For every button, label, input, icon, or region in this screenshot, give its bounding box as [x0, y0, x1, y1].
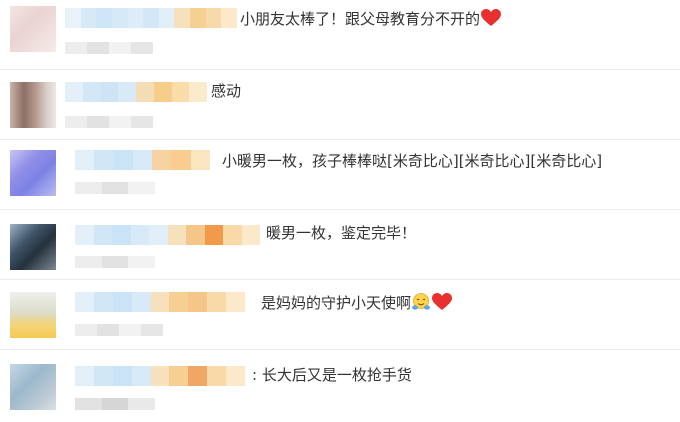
username-redacted[interactable]: [75, 225, 260, 245]
comment-body: 小暖男一枚，孩子棒棒哒[米奇比心][米奇比心][米奇比心]: [222, 152, 603, 170]
comment-body: 感动: [211, 82, 242, 100]
timestamp-redacted: [65, 42, 153, 54]
avatar[interactable]: [10, 82, 56, 128]
comment-text: 小暖男一枚，孩子棒棒哒[米奇比心][米奇比心][米奇比心]: [222, 150, 602, 172]
avatar[interactable]: [10, 364, 56, 410]
heart-icon: [481, 9, 502, 27]
timestamp-redacted: [75, 182, 155, 194]
avatar[interactable]: [10, 292, 56, 338]
timestamp-redacted: [65, 116, 153, 128]
comment-text: 小朋友太棒了！跟父母教育分不开的: [240, 8, 502, 30]
comment-list: 小朋友太棒了！跟父母教育分不开的 感动 小暖男一枚，孩子棒棒哒[米奇比心][米奇…: [0, 0, 680, 422]
comment-text: 感动: [211, 80, 241, 102]
avatar[interactable]: [10, 224, 56, 270]
heart-icon: [432, 293, 453, 311]
username-redacted[interactable]: [75, 292, 245, 312]
avatar[interactable]: [10, 6, 56, 52]
timestamp-redacted: [75, 324, 163, 336]
comment-item: : 长大后又是一枚抢手货: [0, 352, 680, 422]
timestamp-redacted: [75, 398, 155, 410]
comment-item: 暖男一枚，鉴定完毕！: [0, 210, 680, 280]
comment-body: : 长大后又是一枚抢手货: [252, 366, 412, 384]
comment-item: 是妈妈的守护小天使啊: [0, 280, 680, 350]
timestamp-redacted: [75, 256, 155, 268]
comment-body: 是妈妈的守护小天使啊: [261, 294, 412, 312]
comment-text: 是妈妈的守护小天使啊: [261, 292, 453, 314]
username-redacted[interactable]: [75, 150, 210, 170]
avatar[interactable]: [10, 150, 56, 196]
comment-body: 小朋友太棒了！跟父母教育分不开的: [240, 10, 481, 28]
comment-item: 感动: [0, 70, 680, 140]
divider: [0, 349, 680, 350]
username-redacted[interactable]: [75, 366, 245, 386]
username-redacted[interactable]: [65, 82, 207, 102]
comment-text: : 长大后又是一枚抢手货: [252, 364, 412, 386]
hug-emoji-icon: [411, 292, 431, 312]
comment-body: 暖男一枚，鉴定完毕！: [266, 224, 417, 242]
comment-item: 小暖男一枚，孩子棒棒哒[米奇比心][米奇比心][米奇比心]: [0, 140, 680, 210]
comment-text: 暖男一枚，鉴定完毕！: [266, 222, 416, 244]
username-redacted[interactable]: [65, 8, 237, 28]
comment-item: 小朋友太棒了！跟父母教育分不开的: [0, 0, 680, 70]
